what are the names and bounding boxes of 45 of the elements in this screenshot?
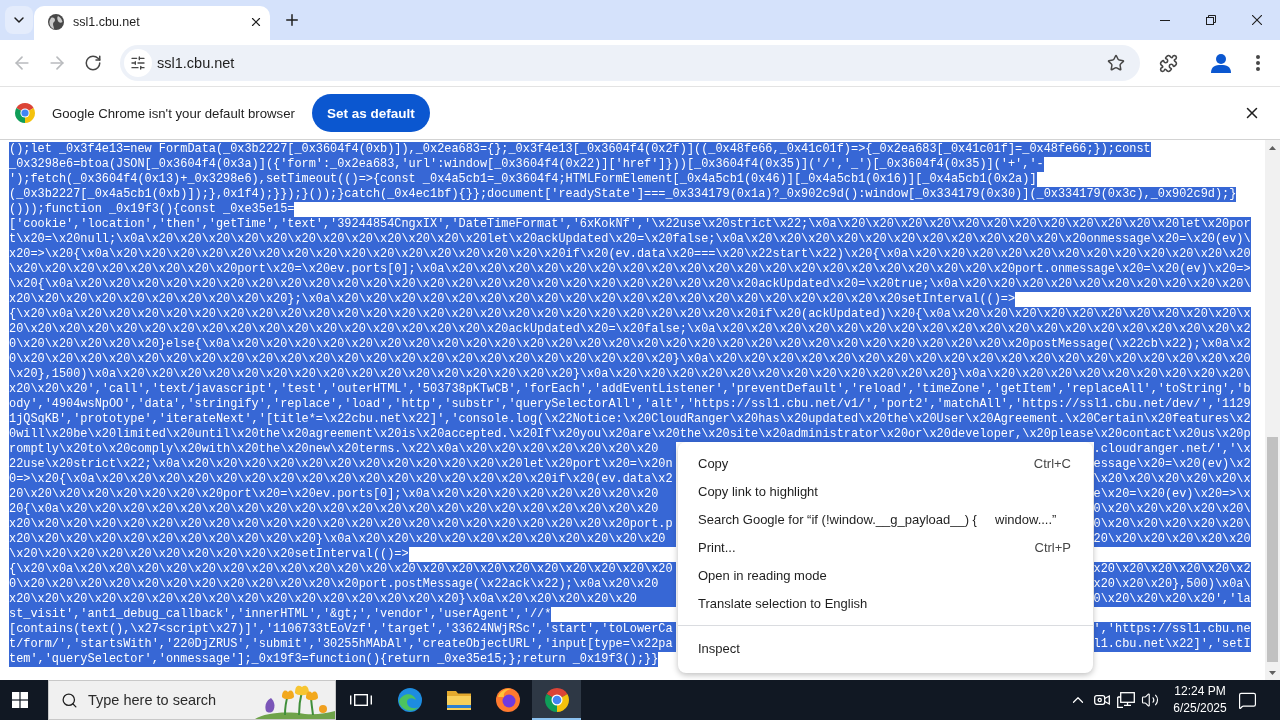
context-menu-item[interactable]: Open in reading mode bbox=[678, 561, 1093, 589]
folder-icon bbox=[446, 690, 471, 710]
reload-icon bbox=[84, 54, 102, 72]
camera-icon bbox=[1094, 692, 1110, 708]
kebab-menu-icon bbox=[1256, 55, 1260, 71]
firefox-icon bbox=[495, 688, 520, 712]
context-menu-item[interactable]: Translate selection to English bbox=[678, 589, 1093, 617]
speech-bubble-icon bbox=[1237, 690, 1257, 710]
restore-icon bbox=[1206, 15, 1216, 25]
scrollbar-thumb[interactable] bbox=[1267, 437, 1278, 662]
task-view-icon bbox=[349, 692, 372, 708]
windows-logo-icon bbox=[12, 692, 28, 708]
globe-icon bbox=[48, 14, 64, 30]
triangle-down-icon bbox=[1269, 670, 1276, 675]
close-icon bbox=[249, 15, 263, 29]
infobar-message: Google Chrome isn't your default browser bbox=[52, 105, 295, 121]
edge-icon bbox=[397, 688, 422, 712]
context-menu-item[interactable]: Search Google for “if (!window.__g_payload__) { window....” bbox=[678, 505, 1093, 533]
context-menu-item[interactable]: Print... Ctrl+P bbox=[678, 533, 1093, 561]
search-field[interactable]: Type here to search bbox=[88, 690, 238, 710]
person-icon bbox=[1211, 53, 1231, 73]
context-menu-item[interactable]: Copy Ctrl+C bbox=[678, 449, 1093, 477]
context-menu-item[interactable]: Copy link to highlight bbox=[678, 477, 1093, 505]
monitor-icon bbox=[1117, 692, 1135, 708]
taskbar-app-button[interactable] bbox=[532, 680, 581, 720]
taskbar-clock[interactable]: 12:24 PM 6/25/2025 bbox=[1166, 680, 1234, 720]
sliders-icon bbox=[130, 55, 146, 71]
chrome-icon bbox=[544, 688, 569, 712]
tab-search-button[interactable] bbox=[5, 6, 33, 34]
browser-tab[interactable]: ssl1.cbu.net bbox=[34, 6, 270, 40]
puzzle-icon bbox=[1158, 53, 1178, 73]
speaker-icon bbox=[1141, 691, 1159, 709]
set-default-button[interactable]: Set as default bbox=[311, 94, 430, 132]
close-icon bbox=[1252, 15, 1262, 25]
site-info-button[interactable] bbox=[124, 49, 152, 77]
keyboard-shortcut: Ctrl+P bbox=[1034, 539, 1071, 555]
chrome-logo-icon bbox=[15, 103, 35, 123]
address-field[interactable]: ssl1.cbu.net bbox=[120, 45, 1140, 81]
triangle-up-icon bbox=[1269, 145, 1276, 150]
context-menu-item[interactable]: Inspect bbox=[678, 634, 1093, 662]
minimize-icon bbox=[1160, 19, 1170, 21]
search-bar[interactable]: Type here to search bbox=[48, 680, 336, 720]
search-icon bbox=[61, 691, 78, 709]
keyboard-shortcut: Ctrl+C bbox=[1033, 455, 1071, 471]
plus-icon bbox=[283, 11, 301, 29]
